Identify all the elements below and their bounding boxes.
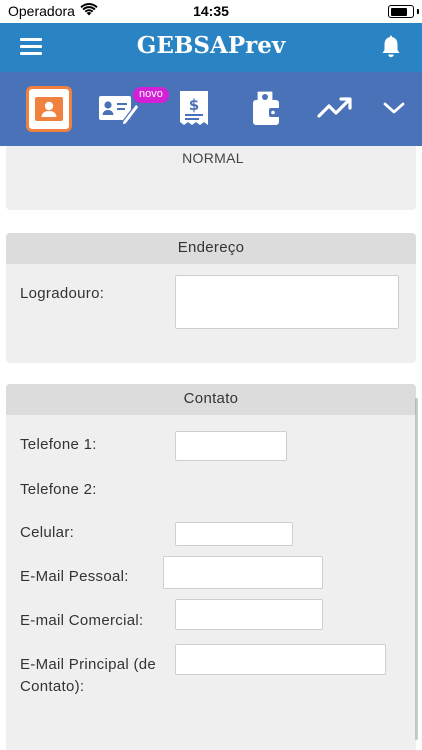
status-bar: Operadora 14:35 — [0, 0, 422, 23]
section-title-address: Endereço — [6, 233, 416, 264]
profile-content[interactable]: NORMAL Endereço Logradouro: Contato Tele… — [0, 146, 422, 750]
logradouro-label: Logradouro: — [20, 285, 105, 302]
address-section: Endereço Logradouro: — [6, 233, 416, 363]
bell-icon[interactable] — [380, 35, 402, 59]
battery-icon — [388, 5, 414, 18]
logradouro-field[interactable] — [175, 275, 399, 329]
svg-text:$: $ — [189, 96, 199, 114]
app-title: GEBSAPrev — [136, 32, 286, 59]
contact-section: Contato Telefone 1: Telefone 2: Celular:… — [6, 384, 416, 750]
celular-field[interactable] — [175, 522, 293, 546]
telefone1-field[interactable] — [175, 431, 287, 461]
chevron-down-icon[interactable] — [372, 86, 416, 130]
battery-level — [390, 7, 407, 16]
email-comercial-label: E-mail Comercial: — [20, 612, 144, 629]
telefone2-label: Telefone 2: — [20, 481, 97, 498]
feature-toolbar: novo $ — [0, 72, 422, 146]
wallet-icon[interactable] — [244, 86, 288, 130]
scrollbar[interactable] — [415, 398, 418, 740]
email-principal-field[interactable] — [175, 644, 386, 675]
celular-label: Celular: — [20, 524, 75, 541]
profile-card-icon[interactable] — [26, 86, 72, 132]
section-title-contact: Contato — [6, 384, 416, 415]
email-pessoal-field[interactable] — [163, 556, 323, 589]
battery-tip — [417, 9, 419, 14]
app-header: GEBSAPrev — [0, 23, 422, 72]
status-value: NORMAL — [182, 150, 244, 166]
receipt-dollar-icon[interactable]: $ — [172, 86, 216, 130]
status-time: 14:35 — [193, 3, 229, 19]
profile-status-card: NORMAL — [6, 146, 416, 210]
email-comercial-field[interactable] — [175, 599, 323, 630]
new-feature-badge: novo — [133, 87, 169, 103]
telefone1-label: Telefone 1: — [20, 436, 97, 453]
email-pessoal-label: E-Mail Pessoal: — [20, 568, 129, 585]
trending-up-icon[interactable] — [314, 86, 358, 130]
email-principal-label: E-Mail Principal (de Contato): — [20, 656, 157, 695]
